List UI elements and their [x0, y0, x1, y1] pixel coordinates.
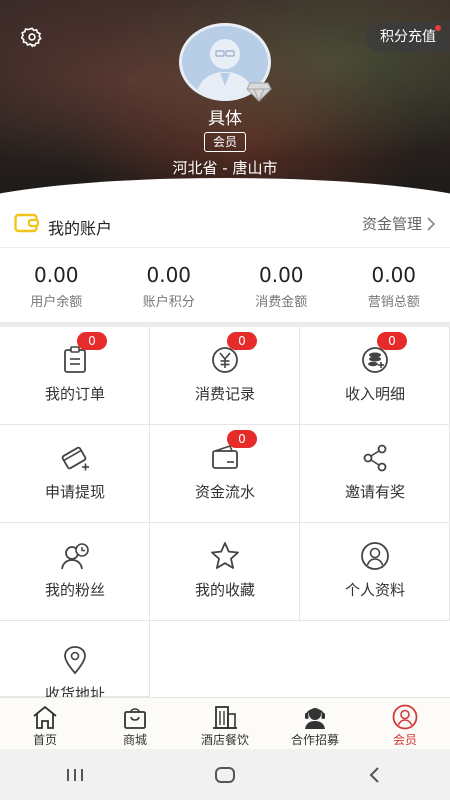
chevron-left-icon [369, 766, 379, 783]
profile-header: 积分充值 具体 会员 河北省 - 唐山市 [0, 0, 450, 200]
location-pin-icon [64, 646, 86, 675]
recent-apps-button[interactable] [45, 755, 105, 795]
grid-item-shipping-address[interactable]: 收货地址 [0, 621, 150, 703]
system-navigation-bar [0, 749, 450, 800]
grid-item-label: 资金流水 [194, 483, 255, 501]
diamond-icon [246, 82, 272, 102]
gear-icon [21, 27, 42, 48]
stat-value: 0.00 [371, 263, 417, 287]
share-icon [363, 444, 387, 472]
tab-member[interactable]: 会员 [360, 698, 450, 749]
grid-item-label: 消费记录 [194, 385, 255, 403]
username: 具体 [208, 109, 242, 129]
grid-item-income-details[interactable]: 0 收入明细 [300, 327, 450, 425]
grid-item-label: 收入明细 [344, 385, 405, 403]
profile-icon [361, 542, 389, 570]
count-badge: 0 [227, 332, 257, 350]
tab-mall[interactable]: 商城 [90, 698, 180, 749]
recharge-label: 积分充值 [380, 29, 436, 45]
header-curve [0, 178, 450, 200]
account-title: 我的账户 [48, 219, 113, 238]
wallet-icon [14, 213, 40, 233]
tab-label: 酒店餐饮 [200, 733, 249, 747]
count-badge: 0 [377, 332, 407, 350]
tab-label: 商城 [122, 733, 147, 747]
count-badge: 0 [227, 430, 257, 448]
grid-item-apply-withdraw[interactable]: 申请提现 [0, 425, 150, 523]
stat-value: 0.00 [146, 263, 192, 287]
stat-points[interactable]: 0.00 账户积分 [113, 262, 226, 314]
fund-management-link[interactable]: 资金管理 [362, 213, 436, 234]
tab-label: 首页 [32, 733, 57, 747]
count-badge: 0 [77, 332, 107, 350]
grid-item-label: 我的收藏 [194, 581, 255, 599]
card-icon [61, 446, 89, 471]
building-icon [213, 706, 237, 729]
back-button[interactable] [345, 755, 405, 795]
stat-marketing-total[interactable]: 0.00 营销总额 [338, 262, 450, 314]
my-account-row: 我的账户 资金管理 [0, 202, 450, 248]
tab-hotel-dining[interactable]: 酒店餐饮 [180, 698, 270, 749]
settings-button[interactable] [14, 22, 50, 52]
grid-item-fund-flow[interactable]: 0 资金流水 [150, 425, 300, 523]
grid-item-invite-rewards[interactable]: 邀请有奖 [300, 425, 450, 523]
notification-dot [435, 25, 441, 31]
tab-home[interactable]: 首页 [0, 698, 90, 749]
tab-label: 合作招募 [290, 733, 339, 747]
recent-apps-icon [67, 768, 83, 781]
chevron-right-icon [427, 216, 436, 231]
grid-item-my-favorites[interactable]: 我的收藏 [150, 523, 300, 621]
recharge-points-button[interactable]: 积分充值 [366, 22, 450, 52]
stat-label: 消费金额 [255, 295, 308, 310]
grid-item-label: 个人资料 [344, 581, 405, 599]
stat-spending[interactable]: 0.00 消费金额 [225, 262, 338, 314]
tab-label: 会员 [392, 733, 417, 747]
stat-label: 营销总额 [367, 295, 420, 310]
user-location: 河北省 - 唐山市 [172, 159, 278, 177]
member-icon [392, 704, 418, 730]
account-stats: 0.00 用户余额 0.00 账户积分 0.00 消费金额 0.00 营销总额 [0, 262, 450, 314]
fund-management-label: 资金管理 [361, 215, 422, 233]
home-button[interactable] [195, 755, 255, 795]
grid-item-label: 邀请有奖 [344, 483, 405, 501]
grid-item-label: 我的订单 [44, 385, 105, 403]
grid-item-label: 申请提现 [44, 483, 105, 501]
stat-balance[interactable]: 0.00 用户余额 [0, 262, 113, 314]
grid-item-personal-profile[interactable]: 个人资料 [300, 523, 450, 621]
fans-icon [61, 543, 89, 570]
headset-icon [305, 708, 325, 729]
grid-item-label: 我的粉丝 [44, 581, 105, 599]
home-circle-icon [215, 766, 235, 783]
grid-item-my-fans[interactable]: 我的粉丝 [0, 523, 150, 621]
stat-label: 账户积分 [142, 295, 195, 310]
home-icon [33, 705, 57, 729]
member-level-tag: 会员 [204, 132, 246, 152]
stat-label: 用户余额 [30, 295, 83, 310]
grid-item-consumption-records[interactable]: 0 消费记录 [150, 327, 300, 425]
stat-value: 0.00 [33, 263, 79, 287]
tab-recruitment[interactable]: 合作招募 [270, 698, 360, 749]
bottom-tab-bar: 首页 商城 酒店餐饮 合作招募 会员 [0, 697, 450, 749]
stat-value: 0.00 [258, 263, 304, 287]
grid-item-my-orders[interactable]: 0 我的订单 [0, 327, 150, 425]
shopping-bag-icon [124, 708, 146, 729]
star-icon [211, 542, 239, 569]
